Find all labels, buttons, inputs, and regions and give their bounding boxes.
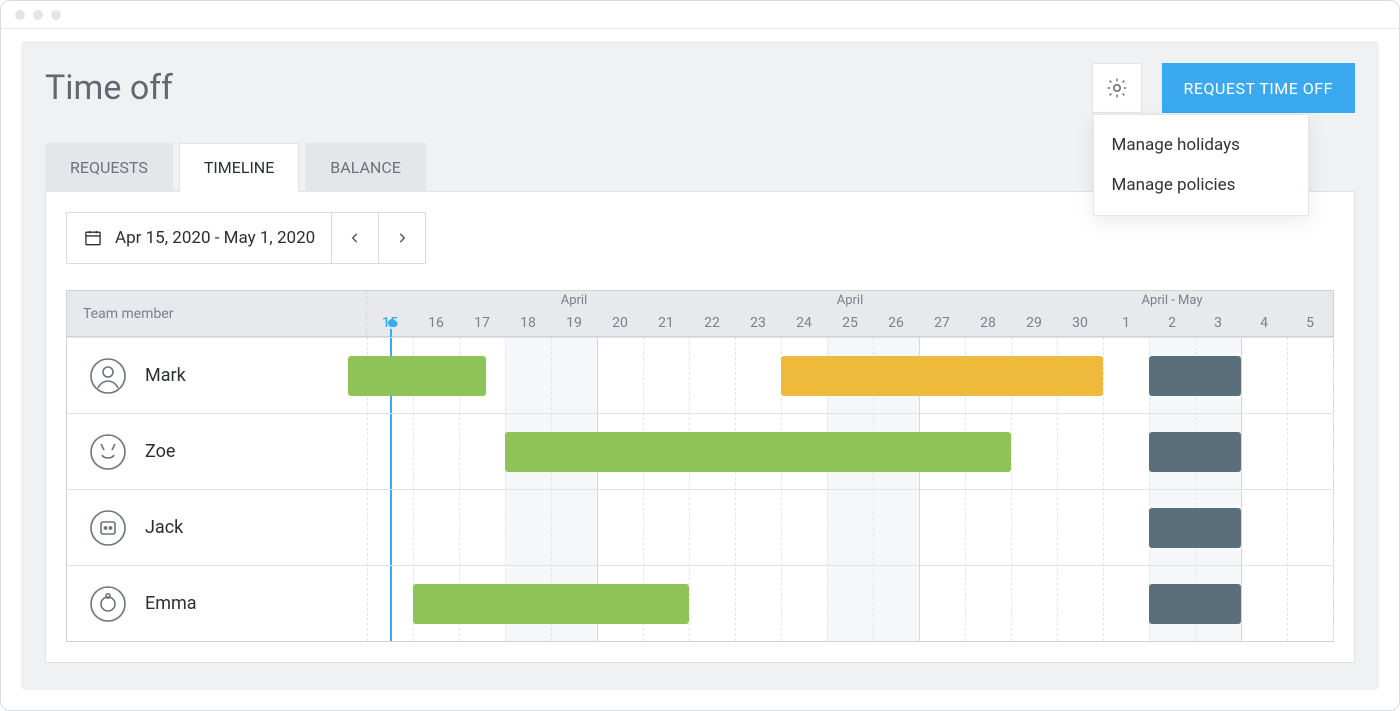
- timeline-bar[interactable]: [505, 432, 1011, 472]
- member-cell: Emma: [67, 566, 367, 641]
- month-label: April: [837, 293, 864, 308]
- day-label: 29: [1026, 315, 1042, 331]
- timeline-bar[interactable]: [1149, 584, 1241, 624]
- window-dot: [51, 10, 61, 20]
- member-name: Zoe: [145, 441, 175, 462]
- gantt-body: Mark Zoe Jack Emma: [67, 337, 1333, 641]
- day-label: 24: [796, 315, 812, 331]
- month-label: April: [561, 293, 588, 308]
- day-label: 1: [1122, 315, 1130, 331]
- tab-timeline[interactable]: TIMELINE: [179, 143, 299, 192]
- timeline-row: Zoe: [67, 413, 1333, 489]
- day-label: 20: [612, 315, 628, 331]
- day-label: 18: [520, 315, 536, 331]
- tab-balance[interactable]: BALANCE: [305, 143, 426, 192]
- settings-dropdown: Manage holidays Manage policies: [1093, 114, 1309, 216]
- avatar: [89, 509, 127, 547]
- day-label: 17: [474, 315, 490, 331]
- window-dot: [33, 10, 43, 20]
- day-label: 23: [750, 315, 766, 331]
- member-name: Jack: [145, 517, 183, 538]
- timeline-bar[interactable]: [348, 356, 486, 396]
- chevron-left-icon: [348, 231, 362, 245]
- day-label: 21: [658, 315, 674, 331]
- bars-cell: [367, 414, 1333, 489]
- browser-chrome: [1, 1, 1399, 29]
- next-range-button[interactable]: [378, 212, 426, 264]
- day-label: 5: [1306, 315, 1314, 331]
- timeline-bar[interactable]: [781, 356, 1103, 396]
- day-label: 22: [704, 315, 720, 331]
- grid-line: [1333, 337, 1334, 641]
- bars-cell: [367, 566, 1333, 641]
- timeline-gantt: Team member AprilAprilApril - May 151617…: [66, 290, 1334, 642]
- day-label: 27: [934, 315, 950, 331]
- date-controls: Apr 15, 2020 - May 1, 2020: [66, 212, 1334, 264]
- timeline-bar[interactable]: [1149, 432, 1241, 472]
- timeline-bar[interactable]: [413, 584, 689, 624]
- timeline-bar[interactable]: [1149, 508, 1241, 548]
- day-label: 16: [428, 315, 444, 331]
- day-label: 3: [1214, 315, 1222, 331]
- bars-cell: [367, 338, 1333, 413]
- page-title: Time off: [45, 68, 1092, 108]
- day-label: 15: [382, 315, 398, 331]
- prev-range-button[interactable]: [331, 212, 379, 264]
- day-label: 19: [566, 315, 582, 331]
- member-name: Mark: [145, 365, 186, 386]
- day-label: 30: [1072, 315, 1088, 331]
- avatar: [89, 357, 127, 395]
- dropdown-item-holidays[interactable]: Manage holidays: [1094, 125, 1308, 165]
- timeline-row: Emma: [67, 565, 1333, 641]
- member-name: Emma: [145, 593, 197, 614]
- chevron-right-icon: [395, 231, 409, 245]
- date-range-text: Apr 15, 2020 - May 1, 2020: [115, 228, 315, 248]
- member-cell: Mark: [67, 338, 367, 413]
- day-label: 25: [842, 315, 858, 331]
- member-cell: Zoe: [67, 414, 367, 489]
- timeline-panel: Apr 15, 2020 - May 1, 2020 Team member: [45, 191, 1355, 663]
- gear-icon: [1105, 76, 1129, 100]
- team-member-header: Team member: [67, 291, 367, 336]
- calendar-icon: [83, 228, 103, 248]
- timeline-row: Jack: [67, 489, 1333, 565]
- timeline-row: Mark: [67, 337, 1333, 413]
- day-label: 4: [1260, 315, 1268, 331]
- member-cell: Jack: [67, 490, 367, 565]
- settings-button[interactable]: Manage holidays Manage policies: [1092, 63, 1142, 113]
- tab-requests[interactable]: REQUESTS: [45, 143, 173, 192]
- day-label: 2: [1168, 315, 1176, 331]
- window-dot: [15, 10, 25, 20]
- timeline-bar[interactable]: [1149, 356, 1241, 396]
- month-label: April - May: [1141, 293, 1202, 308]
- days-header: AprilAprilApril - May 151617181920212223…: [367, 291, 1333, 336]
- request-time-off-button[interactable]: REQUEST TIME OFF: [1162, 63, 1355, 113]
- day-label: 26: [888, 315, 904, 331]
- bars-cell: [367, 490, 1333, 565]
- avatar: [89, 433, 127, 471]
- day-label: 28: [980, 315, 996, 331]
- date-range-picker[interactable]: Apr 15, 2020 - May 1, 2020: [66, 212, 332, 264]
- avatar: [89, 585, 127, 623]
- dropdown-item-policies[interactable]: Manage policies: [1094, 165, 1308, 205]
